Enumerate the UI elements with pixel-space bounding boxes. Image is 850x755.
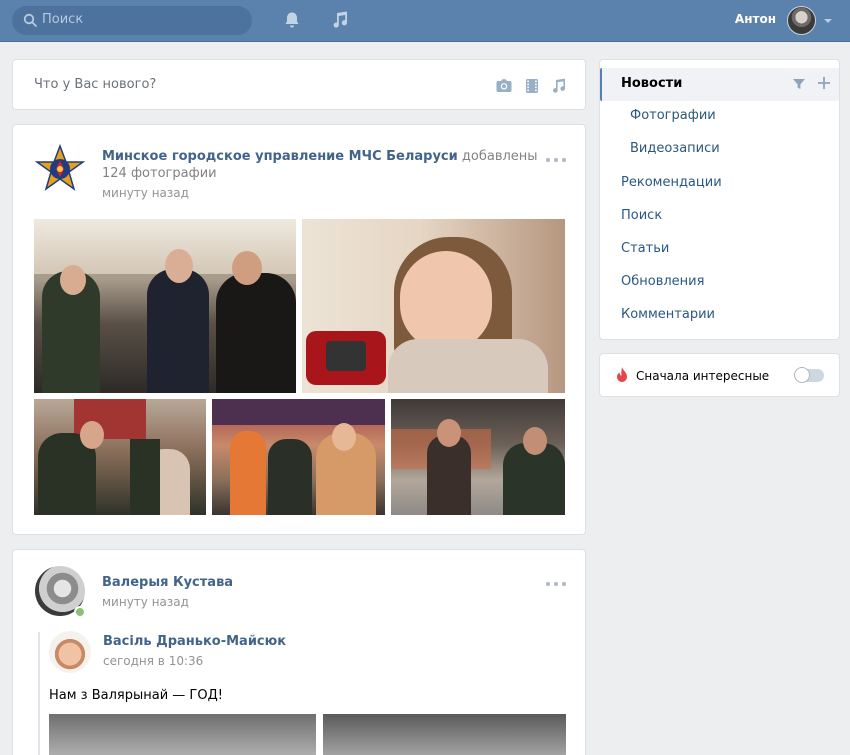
menu-item-search[interactable]: Поиск — [621, 208, 662, 223]
repost-divider — [38, 632, 40, 755]
menu-item-comments[interactable]: Комментарии — [621, 307, 715, 322]
menu-item-videos[interactable]: Видеозаписи — [630, 141, 720, 156]
post-photo[interactable] — [34, 399, 206, 515]
fire-icon — [617, 367, 627, 382]
post-photo[interactable] — [323, 714, 566, 755]
feed-post: Валерыя Кустава минуту назад Васіль Дран… — [12, 549, 586, 755]
menu-item-label: Новости — [621, 76, 683, 91]
search-input[interactable]: Поиск — [12, 6, 252, 35]
repost-author-avatar[interactable] — [49, 631, 91, 673]
post-header: Минское городское управление МЧС Беларус… — [102, 148, 547, 182]
menu-item-recommendations[interactable]: Рекомендации — [621, 175, 722, 190]
top-bar: Поиск Антон — [0, 0, 850, 42]
menu-item-articles[interactable]: Статьи — [621, 241, 669, 256]
menu-item-photos[interactable]: Фотографии — [630, 108, 716, 123]
camera-icon[interactable] — [495, 77, 513, 95]
bell-icon[interactable] — [282, 10, 302, 30]
interesting-first-toggle-card: Сначала интересные — [599, 353, 840, 397]
filter-icon[interactable] — [792, 77, 806, 91]
post-text: Нам з Валярынай — ГОД! — [49, 688, 223, 703]
news-filter-menu: Новости Фотографии Видеозаписи Рекоменда… — [599, 59, 840, 340]
search-placeholder: Поиск — [42, 12, 84, 27]
feed-post: Минское городское управление МЧС Беларус… — [12, 124, 586, 535]
music-icon[interactable] — [550, 77, 568, 95]
post-photo[interactable] — [391, 399, 565, 515]
online-indicator — [74, 606, 86, 618]
post-photo[interactable] — [49, 714, 316, 755]
new-post-composer[interactable]: Что у Вас нового? — [12, 59, 586, 110]
menu-item-updates[interactable]: Обновления — [621, 274, 704, 289]
more-options-icon[interactable] — [546, 158, 566, 164]
post-photo[interactable] — [34, 219, 296, 393]
composer-placeholder: Что у Вас нового? — [34, 77, 157, 92]
post-author[interactable]: Минское городское управление МЧС Беларус… — [102, 149, 458, 164]
repost-time[interactable]: сегодня в 10:36 — [103, 654, 203, 668]
toggle-label: Сначала интересные — [636, 369, 770, 383]
user-name[interactable]: Антон — [735, 12, 776, 26]
user-avatar[interactable] — [787, 6, 816, 35]
mchs-logo[interactable] — [35, 144, 85, 194]
post-author[interactable]: Валерыя Кустава — [102, 575, 233, 590]
menu-item-news[interactable]: Новости — [600, 68, 839, 101]
plus-icon[interactable] — [817, 76, 831, 90]
post-time[interactable]: минуту назад — [102, 595, 189, 609]
music-icon[interactable] — [330, 10, 350, 30]
repost-author[interactable]: Васіль Дранько-Майсюк — [103, 634, 286, 649]
post-photo[interactable] — [302, 219, 565, 393]
interesting-first-switch[interactable] — [794, 367, 824, 383]
post-photo[interactable] — [212, 399, 385, 515]
chevron-down-icon[interactable] — [824, 19, 832, 23]
video-icon[interactable] — [523, 77, 541, 95]
post-time[interactable]: минуту назад — [102, 186, 189, 200]
more-options-icon[interactable] — [546, 582, 566, 588]
search-icon — [23, 13, 37, 27]
